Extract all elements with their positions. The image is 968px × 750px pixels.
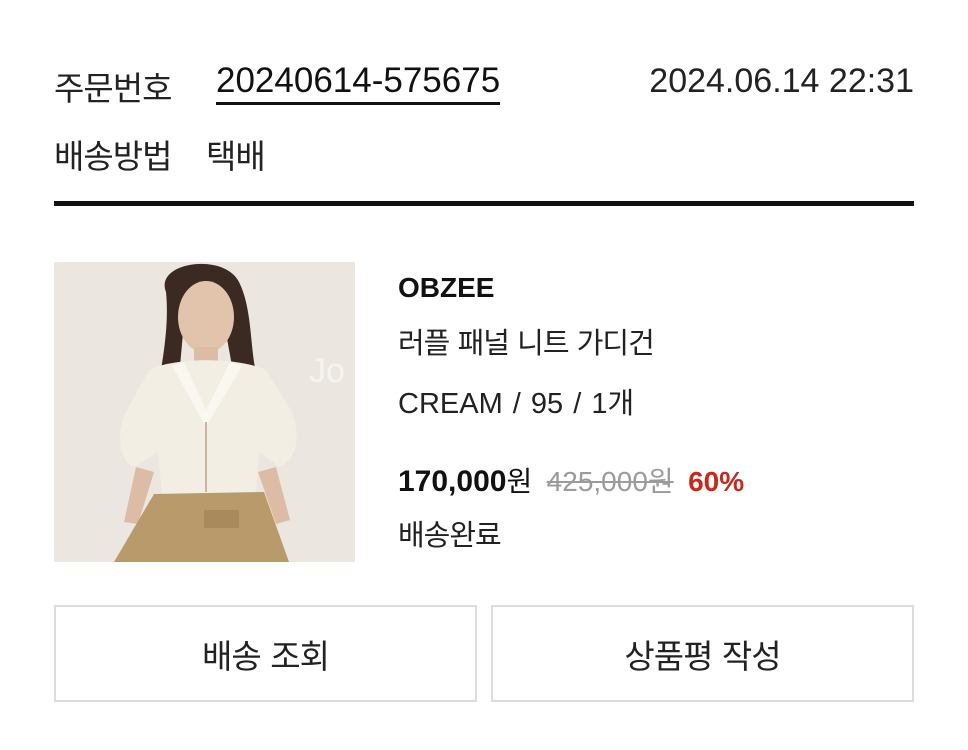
order-datetime: 2024.06.14 22:31 xyxy=(649,62,914,100)
order-number-link[interactable]: 20240614-575675 xyxy=(216,62,501,105)
discount-rate: 60% xyxy=(688,466,745,497)
section-divider xyxy=(54,201,914,206)
option-size: 95 xyxy=(530,388,564,420)
write-review-button[interactable]: 상품평 작성 xyxy=(491,605,914,702)
product-name[interactable]: 러플 패널 니트 가디건 xyxy=(398,320,655,362)
product-info: OBZEE 러플 패널 니트 가디건 CREAM / 95 / 1개 170,0… xyxy=(398,268,918,558)
option-color: CREAM xyxy=(398,388,503,420)
product-brand[interactable]: OBZEE xyxy=(398,272,494,304)
sale-price: 170,000 xyxy=(398,465,507,498)
order-number-row: 주문번호 20240614-575675 2024.06.14 22:31 xyxy=(54,56,914,109)
order-header: 주문번호 20240614-575675 2024.06.14 22:31 배송… xyxy=(54,56,914,177)
shipping-method-value: 택배 xyxy=(206,137,266,176)
shipping-method-label: 배송방법 xyxy=(54,137,172,176)
option-quantity: 1개 xyxy=(591,388,635,420)
product-options: CREAM / 95 / 1개 xyxy=(398,380,636,422)
option-separator: / xyxy=(573,388,590,420)
product-photo-illustration: Jo xyxy=(54,262,355,562)
original-price: 425,000원 xyxy=(546,466,674,497)
option-separator: / xyxy=(512,388,529,420)
delivery-status: 배송완료 xyxy=(398,518,502,552)
product-image[interactable]: Jo xyxy=(54,262,355,562)
sale-price-unit: 원 xyxy=(506,466,533,497)
order-number-label: 주문번호 xyxy=(54,69,172,108)
price-row: 170,000원 425,000원 60% xyxy=(398,460,744,500)
image-watermark: Jo xyxy=(309,352,345,390)
track-delivery-button[interactable]: 배송 조회 xyxy=(54,605,477,702)
